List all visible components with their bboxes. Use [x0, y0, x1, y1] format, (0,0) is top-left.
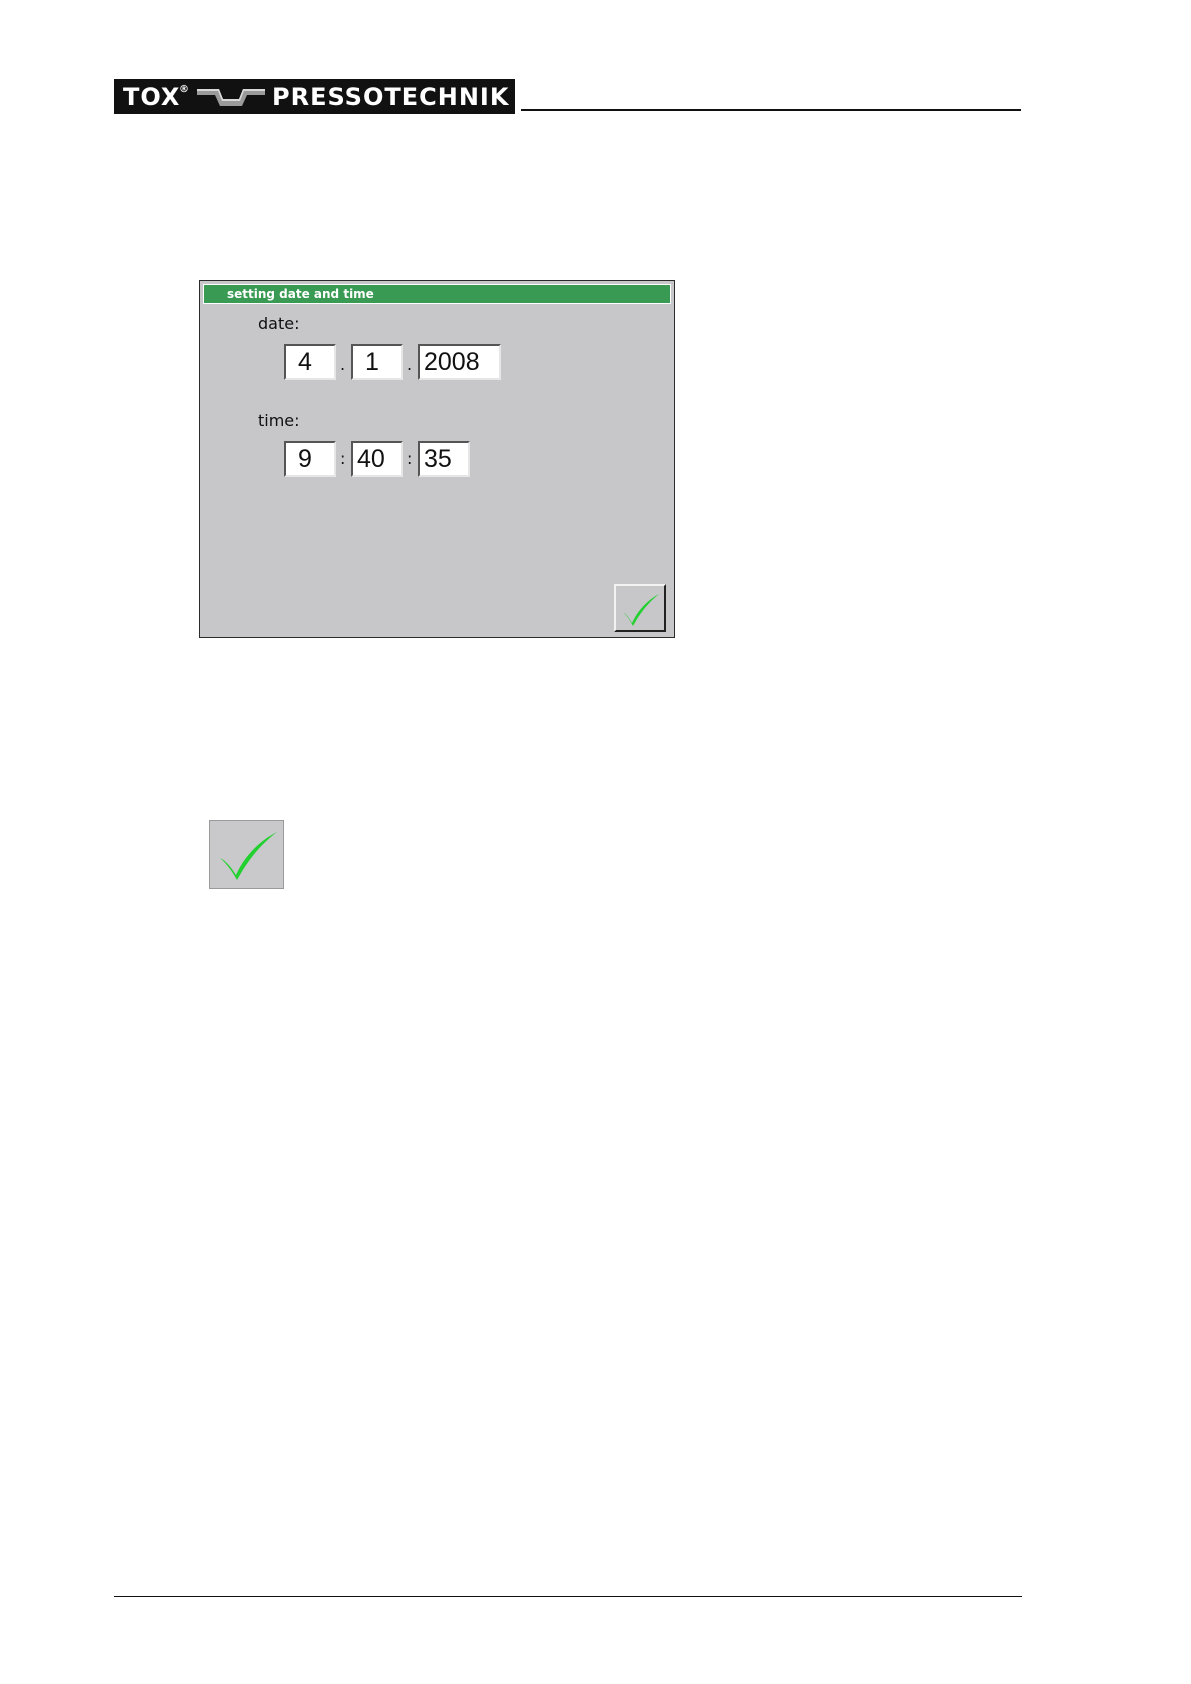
brand-name-tox: TOX: [123, 83, 181, 111]
month-field[interactable]: [351, 344, 403, 380]
day-field[interactable]: [284, 344, 336, 380]
second-input[interactable]: [420, 443, 468, 476]
minute-input[interactable]: [353, 443, 401, 476]
year-field[interactable]: [418, 344, 501, 380]
hour-input[interactable]: [286, 443, 334, 476]
tox-logo-mark-icon: [197, 89, 265, 106]
checkmark-icon: [623, 594, 659, 626]
registered-mark: ®: [179, 84, 189, 95]
date-separator-2: .: [407, 355, 413, 374]
checkmark-icon: [220, 832, 277, 880]
time-separator-1: :: [340, 449, 346, 468]
hour-field[interactable]: [284, 441, 336, 477]
minute-field[interactable]: [351, 441, 403, 477]
date-time-dialog: setting date and time date: . . time: : …: [199, 280, 675, 638]
day-input[interactable]: [286, 346, 334, 379]
time-separator-2: :: [407, 449, 413, 468]
month-input[interactable]: [353, 346, 401, 379]
year-input[interactable]: [420, 346, 499, 379]
time-label: time:: [258, 411, 300, 430]
footer-rule: [114, 1596, 1022, 1597]
date-label: date:: [258, 314, 300, 333]
header-rule: [521, 109, 1021, 111]
date-separator-1: .: [340, 355, 346, 374]
confirm-button[interactable]: [614, 584, 666, 632]
second-field[interactable]: [418, 441, 470, 477]
brand-name-pressotechnik: PRESSOTECHNIK: [272, 83, 510, 111]
tox-pressotechnik-logo: TOX ® PRESSOTECHNIK: [114, 79, 515, 114]
confirm-button-large[interactable]: [209, 820, 284, 889]
dialog-title: setting date and time: [203, 284, 671, 304]
